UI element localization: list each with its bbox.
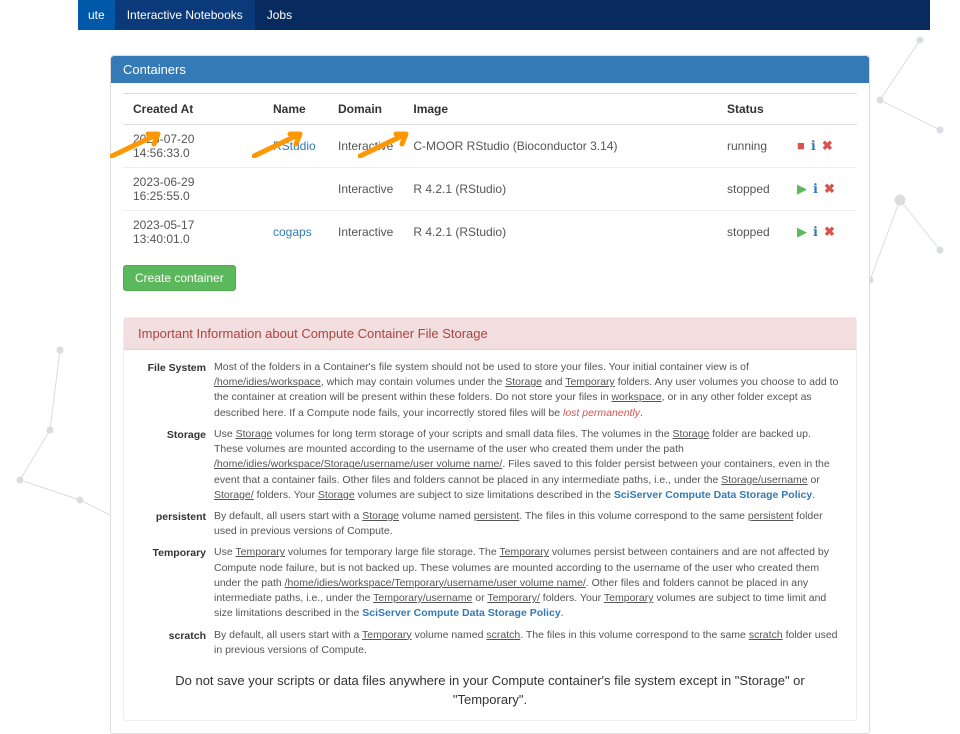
- cell-status: running: [717, 125, 787, 168]
- dd-storage: Use Storage volumes for long term storag…: [214, 427, 842, 503]
- table-row: 2023-06-29 16:25:55.0 InteractiveR 4.2.1 …: [123, 168, 857, 211]
- cell-domain: Interactive: [328, 168, 403, 211]
- stop-icon[interactable]: ■: [797, 138, 805, 153]
- dd-scratch: By default, all users start with a Tempo…: [214, 628, 842, 658]
- cell-status: stopped: [717, 211, 787, 254]
- dt-filesystem: File System: [138, 360, 206, 376]
- info-icon[interactable]: ℹ: [813, 224, 818, 239]
- top-navbar: ute Interactive Notebooks Jobs: [78, 0, 930, 30]
- cell-image: C-MOOR RStudio (Bioconductor 3.14): [403, 125, 717, 168]
- dt-scratch: scratch: [138, 628, 206, 644]
- cell-domain: Interactive: [328, 211, 403, 254]
- cell-name: cogaps: [263, 211, 328, 254]
- info-icon[interactable]: ℹ: [813, 181, 818, 196]
- container-name-link[interactable]: RStudio: [273, 139, 316, 153]
- table-row: 2023-05-17 13:40:01.0 cogaps InteractiveR …: [123, 211, 857, 254]
- cell-image: R 4.2.1 (RStudio): [403, 168, 717, 211]
- table-row: 2023-07-20 14:56:33.0 RStudio InteractiveC…: [123, 125, 857, 168]
- start-icon[interactable]: ▶: [797, 181, 807, 196]
- containers-table: Created At Name Domain Image Status 2023…: [123, 93, 857, 253]
- delete-icon[interactable]: ✖: [824, 181, 835, 196]
- col-name: Name: [263, 94, 328, 125]
- dt-persistent: persistent: [138, 509, 206, 525]
- storage-policy-link[interactable]: SciServer Compute Data Storage Policy: [614, 489, 812, 501]
- footnote: Do not save your scripts or data files a…: [138, 672, 842, 710]
- cell-name: [263, 168, 328, 211]
- dt-storage: Storage: [138, 427, 206, 443]
- start-icon[interactable]: ▶: [797, 224, 807, 239]
- temporary-policy-link[interactable]: SciServer Compute Data Storage Policy: [362, 607, 560, 619]
- cell-actions: ▶ ℹ ✖: [787, 211, 857, 254]
- containers-panel: Containers Created At Name Domain Image …: [110, 55, 870, 734]
- info-icon[interactable]: ℹ: [811, 138, 816, 153]
- nav-jobs[interactable]: Jobs: [255, 0, 304, 30]
- cell-created: 2023-07-20 14:56:33.0: [123, 125, 263, 168]
- col-created: Created At: [123, 94, 263, 125]
- cell-actions: ■ ℹ ✖: [787, 125, 857, 168]
- nav-interactive-notebooks[interactable]: Interactive Notebooks: [115, 0, 255, 30]
- col-actions: [787, 94, 857, 125]
- panel-title: Containers: [111, 56, 869, 83]
- brand-fragment[interactable]: ute: [78, 0, 115, 30]
- col-image: Image: [403, 94, 717, 125]
- cell-created: 2023-05-17 13:40:01.0: [123, 211, 263, 254]
- dd-temporary: Use Temporary volumes for temporary larg…: [214, 545, 842, 621]
- info-panel: Important Information about Compute Cont…: [123, 317, 857, 721]
- delete-icon[interactable]: ✖: [824, 224, 835, 239]
- container-name-link[interactable]: cogaps: [273, 225, 312, 239]
- cell-name: RStudio: [263, 125, 328, 168]
- cell-actions: ▶ ℹ ✖: [787, 168, 857, 211]
- dt-temporary: Temporary: [138, 545, 206, 561]
- create-container-button[interactable]: Create container: [123, 265, 236, 291]
- cell-status: stopped: [717, 168, 787, 211]
- dd-persistent: By default, all users start with a Stora…: [214, 509, 842, 539]
- cell-created: 2023-06-29 16:25:55.0: [123, 168, 263, 211]
- col-status: Status: [717, 94, 787, 125]
- cell-domain: Interactive: [328, 125, 403, 168]
- cell-image: R 4.2.1 (RStudio): [403, 211, 717, 254]
- info-heading: Important Information about Compute Cont…: [124, 318, 856, 350]
- delete-icon[interactable]: ✖: [822, 138, 833, 153]
- dd-filesystem: Most of the folders in a Container's fil…: [214, 360, 842, 421]
- col-domain: Domain: [328, 94, 403, 125]
